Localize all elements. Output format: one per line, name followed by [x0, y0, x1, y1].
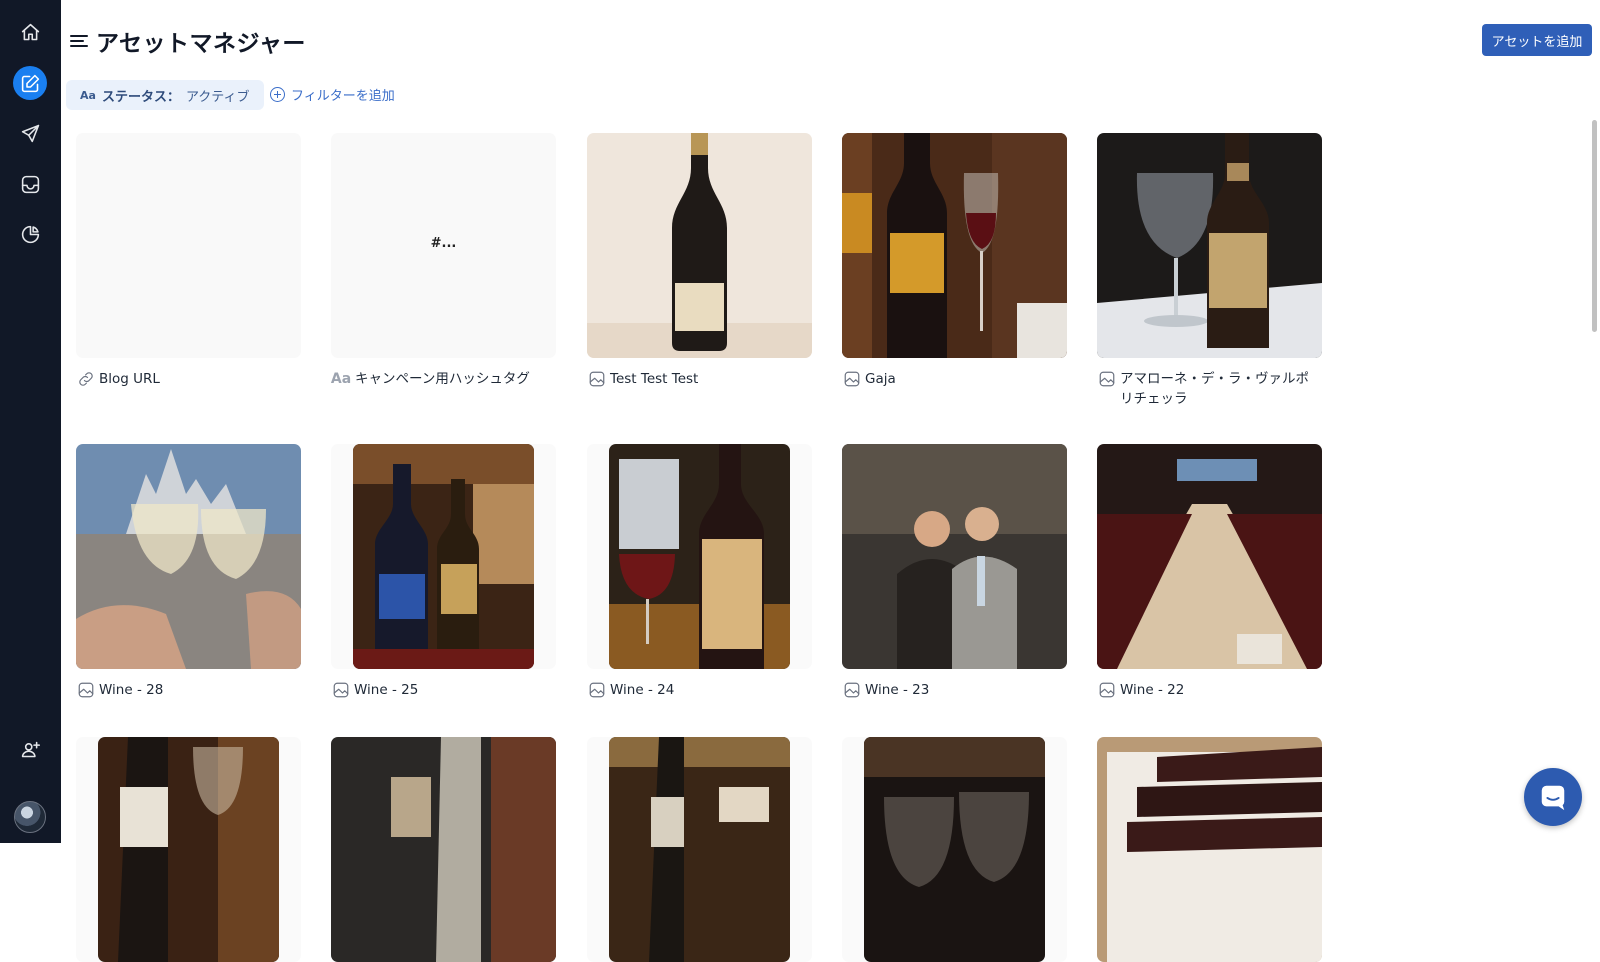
wine-bottles-crate-photo: [1097, 737, 1322, 962]
asset-thumbnail: [331, 737, 556, 962]
wine-bottle-photo: [98, 737, 279, 962]
wine-bottle-photo: [609, 737, 790, 962]
asset-card[interactable]: Wine - 22: [1097, 444, 1322, 700]
page-title-text: アセットマネジャー: [96, 31, 306, 57]
people-photo: [842, 444, 1067, 669]
asset-thumbnail: [76, 133, 301, 358]
filter-value: アクティブ: [185, 89, 250, 105]
asset-card[interactable]: Wine - 24: [587, 444, 812, 700]
link-icon: [76, 369, 95, 388]
image-icon: [1097, 680, 1116, 699]
send-icon: [21, 124, 39, 142]
asset-thumbnail: [331, 444, 556, 669]
asset-thumbnail: [842, 444, 1067, 669]
add-filter-button[interactable]: フィルターを追加: [270, 85, 395, 104]
asset-label: Wine - 22: [1120, 682, 1185, 698]
sidebar: [0, 0, 61, 843]
asset-card[interactable]: Wine - 23: [842, 444, 1067, 700]
image-icon: [842, 680, 861, 699]
plus-circle-icon: [270, 87, 285, 102]
filter-key: ステータス：: [101, 89, 180, 105]
glasses-photo: [864, 737, 1045, 962]
nav-home[interactable]: [13, 15, 47, 49]
asset-card[interactable]: Blog URL: [76, 133, 301, 389]
asset-thumbnail: #...: [331, 133, 556, 358]
asset-card[interactable]: [1097, 737, 1322, 962]
asset-card[interactable]: Test Test Test: [587, 133, 812, 389]
vertical-scrollbar[interactable]: [1588, 118, 1600, 843]
wine-bottle-photo: [842, 133, 1067, 358]
asset-thumbnail: [587, 444, 812, 669]
add-user-icon: [21, 741, 40, 757]
image-icon: [1097, 369, 1116, 388]
image-icon: [76, 680, 95, 699]
chat-launcher-button[interactable]: [1524, 768, 1582, 826]
asset-label: Test Test Test: [610, 371, 699, 387]
wine-bottle-photo: [331, 737, 556, 962]
asset-label: アマローネ・デ・ラ・ヴァルポリチェッラ: [1120, 371, 1309, 407]
pie-chart-icon: [21, 225, 39, 243]
wine-bottle-photo: [353, 444, 534, 669]
edit-icon: [21, 74, 39, 92]
text-type-icon: Aa: [80, 88, 96, 102]
asset-card[interactable]: [76, 737, 301, 962]
asset-thumbnail: [1097, 737, 1322, 962]
nav-campaigns[interactable]: [13, 116, 47, 150]
asset-label: Wine - 24: [610, 682, 675, 698]
asset-label: Wine - 25: [354, 682, 419, 698]
asset-card[interactable]: アマローネ・デ・ラ・ヴァルポリチェッラ: [1097, 133, 1322, 409]
asset-thumbnail: [842, 737, 1067, 962]
asset-card[interactable]: [842, 737, 1067, 962]
asset-card[interactable]: [587, 737, 812, 962]
asset-thumbnail: [76, 737, 301, 962]
asset-thumbnail: [1097, 133, 1322, 358]
asset-thumbnail: [1097, 444, 1322, 669]
asset-label: Wine - 28: [99, 682, 164, 698]
nav-analytics[interactable]: [13, 217, 47, 251]
home-icon: [21, 23, 39, 40]
add-asset-button[interactable]: アセットを追加: [1482, 24, 1592, 56]
nav-invite-user[interactable]: [13, 732, 47, 766]
status-filter-chip[interactable]: Aa ステータス： アクティブ: [66, 80, 264, 110]
inbox-icon: [21, 175, 39, 193]
add-filter-label: フィルターを追加: [291, 89, 395, 104]
asset-thumbnail: [76, 444, 301, 669]
asset-card[interactable]: #... Aa キャンペーン用ハッシュタグ: [331, 133, 556, 389]
page-title: アセットマネジャー: [70, 24, 306, 58]
image-icon: [587, 369, 606, 388]
image-icon: [331, 680, 350, 699]
image-icon: [842, 369, 861, 388]
wine-bottle-photo: [609, 444, 790, 669]
wine-bottle-photo: [1097, 444, 1322, 669]
asset-thumbnail: [587, 133, 812, 358]
toast-photo: [76, 444, 301, 669]
image-icon: [587, 680, 606, 699]
asset-label: Wine - 23: [865, 682, 930, 698]
wine-bottle-photo: [587, 133, 812, 358]
asset-thumbnail: [587, 737, 812, 962]
scrollbar-thumb[interactable]: [1592, 120, 1597, 332]
text-type-icon: Aa: [330, 370, 352, 387]
nav-assets[interactable]: [13, 66, 47, 100]
asset-label: キャンペーン用ハッシュタグ: [355, 371, 530, 387]
asset-preview-text: #...: [430, 236, 457, 251]
asset-card[interactable]: Wine - 28: [76, 444, 301, 700]
menu-icon[interactable]: [70, 33, 88, 49]
nav-inbox[interactable]: [13, 167, 47, 201]
asset-card[interactable]: Gaja: [842, 133, 1067, 389]
asset-card[interactable]: [331, 737, 556, 962]
asset-thumbnail: [842, 133, 1067, 358]
chat-icon: [1541, 785, 1565, 811]
asset-label: Gaja: [865, 371, 896, 387]
avatar[interactable]: [14, 801, 46, 833]
asset-label: Blog URL: [99, 371, 160, 387]
asset-card[interactable]: Wine - 25: [331, 444, 556, 700]
wine-bottle-photo: [1097, 133, 1322, 358]
